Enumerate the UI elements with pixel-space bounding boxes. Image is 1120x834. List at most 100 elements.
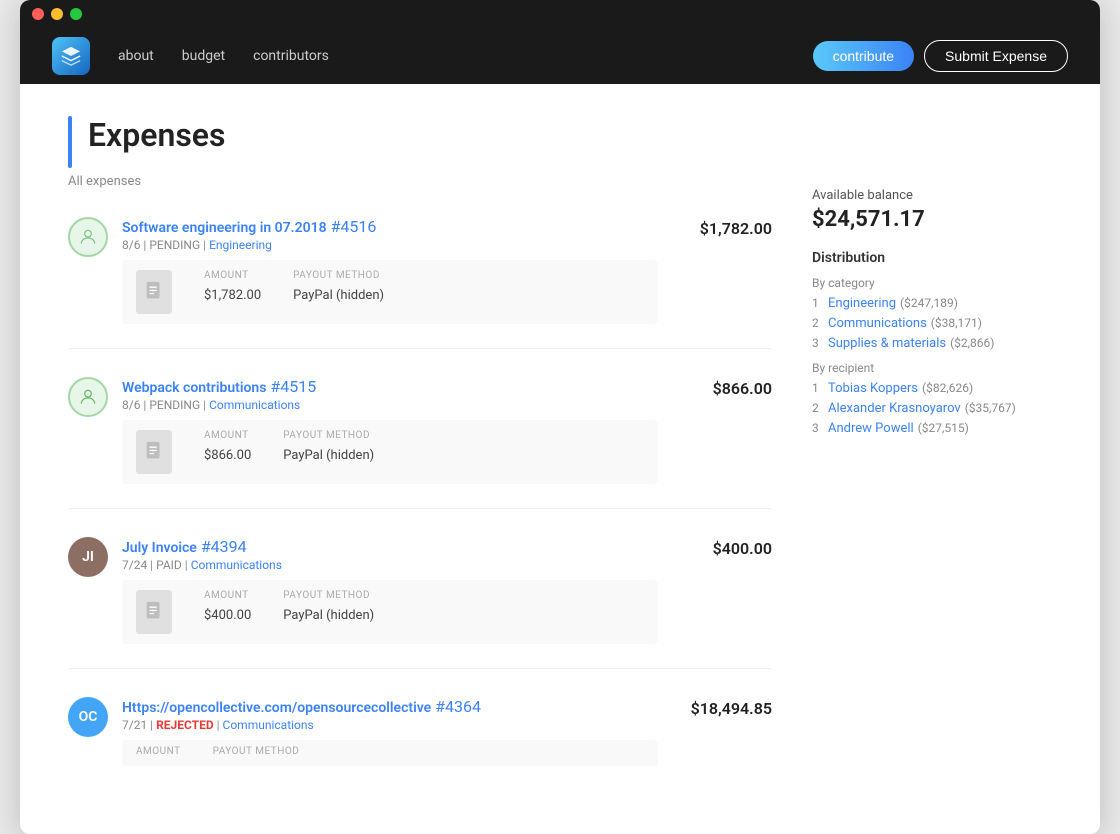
- sidebar: Available balance $24,571.17 Distributio…: [812, 116, 1052, 794]
- expense-category[interactable]: Communications: [191, 558, 282, 572]
- amount-col: AMOUNT $1,782.00: [204, 270, 261, 303]
- expense-status: PAID: [156, 558, 182, 572]
- expense-detail: AMOUNT $400.00 PAYOUT METHOD PayPal (hid…: [122, 580, 658, 644]
- by-category-subtitle: By category: [812, 276, 1052, 290]
- amount-col: AMOUNT $866.00: [204, 430, 251, 463]
- payout-col: PAYOUT METHOD PayPal (hidden): [283, 590, 374, 623]
- titlebar: [20, 0, 1100, 28]
- amount-label: AMOUNT: [204, 430, 251, 441]
- avatar: JI: [68, 537, 108, 577]
- expense-amount: $18,494.85: [672, 697, 772, 718]
- page-header: Expenses: [68, 116, 772, 168]
- recipient-amount: ($82,626): [922, 381, 973, 395]
- expense-category[interactable]: Engineering: [209, 238, 272, 252]
- rank: 2: [812, 316, 824, 330]
- payout-col: PAYOUT METHOD: [213, 746, 300, 760]
- expense-body: Webpack contributions #4515 8/6 | PENDIN…: [122, 377, 658, 484]
- app-window: about budget contributors contribute Sub…: [20, 0, 1100, 834]
- category-amount: ($38,171): [931, 316, 982, 330]
- expense-meta: 7/21 | REJECTED | Communications: [122, 718, 658, 732]
- payout-value: PayPal (hidden): [283, 448, 374, 463]
- avatar: [68, 217, 108, 257]
- amount-label: AMOUNT: [136, 746, 181, 757]
- payout-value: PayPal (hidden): [293, 288, 384, 303]
- payout-col: PAYOUT METHOD PayPal (hidden): [293, 270, 384, 303]
- main-content: Expenses All expenses Software engineeri…: [20, 84, 1100, 834]
- expense-body: July Invoice #4394 7/24 | PAID | Communi…: [122, 537, 658, 644]
- amount-value: $400.00: [204, 608, 251, 623]
- expense-amount: $1,782.00: [672, 217, 772, 238]
- amount-col: AMOUNT $400.00: [204, 590, 251, 623]
- recipient-link[interactable]: Andrew Powell: [828, 421, 914, 436]
- detail-cols: AMOUNT $400.00 PAYOUT METHOD PayPal (hid…: [204, 590, 374, 623]
- expense-meta: 8/6 | PENDING | Communications: [122, 398, 658, 412]
- page-title: Expenses: [88, 116, 225, 154]
- expense-item: JI July Invoice #4394 7/24 | PAID | Comm…: [68, 537, 772, 669]
- balance-label: Available balance: [812, 188, 1052, 203]
- category-list: 1 Engineering ($247,189) 2 Communication…: [812, 296, 1052, 351]
- expense-status: PENDING: [149, 238, 200, 252]
- close-dot[interactable]: [32, 8, 44, 20]
- expense-title[interactable]: Webpack contributions: [122, 380, 266, 396]
- payout-col: PAYOUT METHOD PayPal (hidden): [283, 430, 374, 463]
- expense-date: 8/6: [122, 398, 140, 412]
- nav-link-budget[interactable]: budget: [182, 48, 225, 64]
- submit-expense-button[interactable]: Submit Expense: [924, 40, 1068, 72]
- avatar: OC: [68, 697, 108, 737]
- expense-amount: $400.00: [672, 537, 772, 558]
- expense-date: 7/24: [122, 558, 147, 572]
- expense-title[interactable]: Software engineering in 07.2018: [122, 220, 327, 236]
- list-item: 2 Communications ($38,171): [812, 316, 1052, 331]
- recipient-link[interactable]: Alexander Krasnoyarov: [828, 401, 961, 416]
- expense-body: Https://opencollective.com/opensourcecol…: [122, 697, 658, 766]
- list-item: 1 Engineering ($247,189): [812, 296, 1052, 311]
- expense-item: Software engineering in 07.2018 #4516 8/…: [68, 217, 772, 349]
- nav-link-about[interactable]: about: [118, 48, 154, 64]
- category-link[interactable]: Communications: [828, 316, 927, 331]
- payout-label: PAYOUT METHOD: [283, 430, 374, 441]
- blue-accent-bar: [68, 116, 72, 168]
- logo[interactable]: [52, 37, 90, 75]
- recipient-amount: ($35,767): [965, 401, 1016, 415]
- amount-value: $1,782.00: [204, 288, 261, 303]
- doc-icon: [136, 430, 172, 474]
- expense-title[interactable]: July Invoice: [122, 540, 197, 556]
- rank: 3: [812, 421, 824, 435]
- expense-category[interactable]: Communications: [209, 398, 300, 412]
- expense-body: Software engineering in 07.2018 #4516 8/…: [122, 217, 658, 324]
- expense-title[interactable]: Https://opencollective.com/opensourcecol…: [122, 700, 431, 716]
- expense-date: 8/6: [122, 238, 140, 252]
- payout-value: PayPal (hidden): [283, 608, 374, 623]
- recipient-amount: ($27,515): [918, 421, 969, 435]
- list-item: 3 Supplies & materials ($2,866): [812, 336, 1052, 351]
- amount-label: AMOUNT: [204, 270, 261, 281]
- expense-meta: 7/24 | PAID | Communications: [122, 558, 658, 572]
- balance-value: $24,571.17: [812, 207, 1052, 232]
- rank: 1: [812, 296, 824, 310]
- nav-link-contributors[interactable]: contributors: [253, 48, 329, 64]
- doc-icon: [136, 270, 172, 314]
- expense-detail: AMOUNT $1,782.00 PAYOUT METHOD PayPal (h…: [122, 260, 658, 324]
- zoom-dot[interactable]: [70, 8, 82, 20]
- expense-amount: $866.00: [672, 377, 772, 398]
- detail-cols: AMOUNT $866.00 PAYOUT METHOD PayPal (hid…: [204, 430, 374, 463]
- expense-status: PENDING: [149, 398, 200, 412]
- recipient-link[interactable]: Tobias Koppers: [828, 381, 918, 396]
- expense-category[interactable]: Communications: [223, 718, 314, 732]
- expenses-content: Expenses All expenses Software engineeri…: [68, 116, 772, 794]
- expense-detail: AMOUNT $866.00 PAYOUT METHOD PayPal (hid…: [122, 420, 658, 484]
- payout-label: PAYOUT METHOD: [293, 270, 384, 281]
- contribute-button[interactable]: contribute: [813, 41, 914, 71]
- minimize-dot[interactable]: [51, 8, 63, 20]
- by-recipient-subtitle: By recipient: [812, 361, 1052, 375]
- expense-number-val: #4364: [435, 697, 481, 716]
- list-item: 3 Andrew Powell ($27,515): [812, 421, 1052, 436]
- expense-meta: 8/6 | PENDING | Engineering: [122, 238, 658, 252]
- doc-icon: [136, 590, 172, 634]
- nav-right: contribute Submit Expense: [813, 40, 1068, 72]
- category-link[interactable]: Engineering: [828, 296, 896, 311]
- list-item: 1 Tobias Koppers ($82,626): [812, 381, 1052, 396]
- expense-item: OC Https://opencollective.com/opensource…: [68, 697, 772, 766]
- list-item: 2 Alexander Krasnoyarov ($35,767): [812, 401, 1052, 416]
- recipient-list: 1 Tobias Koppers ($82,626) 2 Alexander K…: [812, 381, 1052, 436]
